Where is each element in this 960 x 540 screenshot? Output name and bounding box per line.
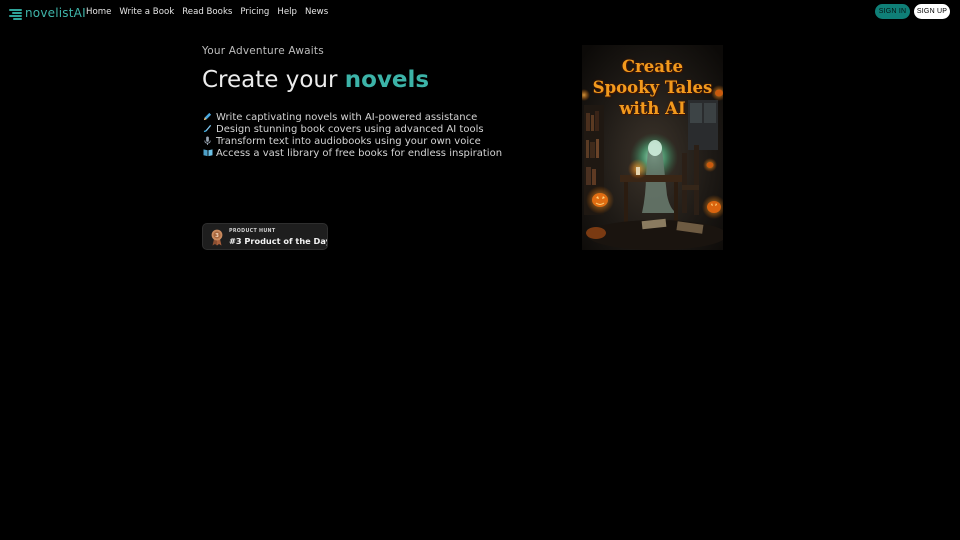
feature-item: Write captivating novels with AI-powered…: [202, 111, 502, 123]
product-hunt-rank: #3 Product of the Day: [229, 236, 328, 246]
cover-image[interactable]: Create Spooky Tales with AI: [582, 45, 723, 250]
svg-text:3: 3: [215, 233, 219, 239]
hero-eyebrow: Your Adventure Awaits: [202, 45, 324, 57]
brand-name: novelistAI: [25, 6, 86, 20]
feature-text: Access a vast library of free books for …: [216, 147, 503, 159]
headline-prefix: Create your: [202, 67, 345, 93]
sign-in-button[interactable]: SIGN IN: [875, 4, 910, 19]
cover-title-line: Create: [621, 57, 684, 76]
feature-list: Write captivating novels with AI-powered…: [202, 111, 502, 159]
feature-item: Transform text into audiobooks using you…: [202, 135, 502, 147]
product-hunt-badge[interactable]: 3 PRODUCT HUNT #3 Product of the Day: [202, 223, 328, 250]
top-nav-bar: novelistAI Home Write a Book Read Books …: [0, 0, 960, 26]
microphone-icon: [202, 135, 213, 147]
nav-news[interactable]: News: [305, 7, 328, 17]
nav-read-books[interactable]: Read Books: [182, 7, 232, 17]
nav-home[interactable]: Home: [86, 7, 111, 17]
medal-icon: 3: [211, 229, 223, 246]
feature-text: Write captivating novels with AI-powered…: [216, 111, 478, 123]
nav-pricing[interactable]: Pricing: [240, 7, 269, 17]
hero-headline: Create your novels: [202, 67, 429, 93]
nav-help[interactable]: Help: [277, 7, 297, 17]
feature-text: Transform text into audiobooks using you…: [216, 135, 481, 147]
cover-title-line: Spooky Tales: [592, 78, 713, 97]
feature-text: Design stunning book covers using advanc…: [216, 123, 484, 135]
nav-write-a-book[interactable]: Write a Book: [119, 7, 174, 17]
pencil-icon: [202, 112, 213, 123]
cover-title: Create Spooky Tales with AI: [582, 56, 723, 119]
cover-title-line: with AI: [619, 99, 686, 118]
open-book-icon: [202, 148, 213, 159]
product-hunt-label: PRODUCT HUNT: [229, 229, 276, 234]
main-nav: Home Write a Book Read Books Pricing Hel…: [86, 7, 328, 17]
feature-item: Access a vast library of free books for …: [202, 147, 502, 159]
logo-icon: [9, 7, 22, 20]
feature-item: Design stunning book covers using advanc…: [202, 123, 502, 135]
headline-accent: novels: [344, 67, 430, 93]
paintbrush-icon: [202, 124, 213, 135]
brand-logo[interactable]: novelistAI: [9, 6, 86, 20]
sign-up-button[interactable]: SIGN UP: [914, 4, 950, 19]
